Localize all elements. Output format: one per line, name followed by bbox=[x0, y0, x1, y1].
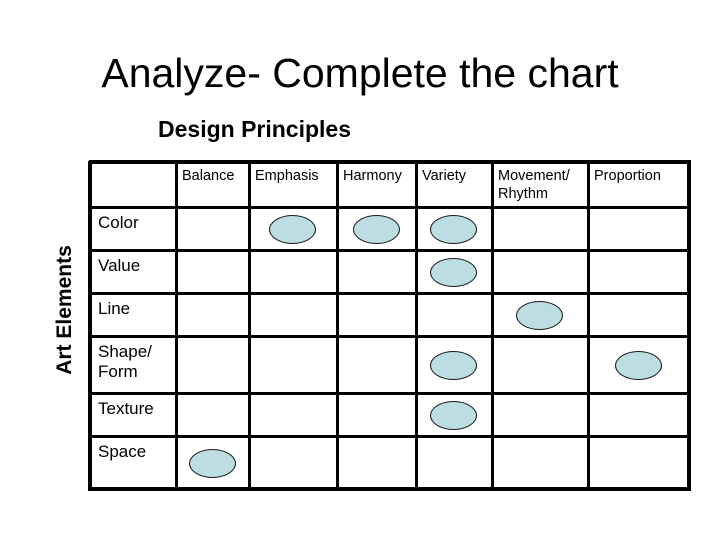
principles-elements-table: Balance Emphasis Harmony Variety Movement/ R… bbox=[88, 160, 691, 491]
marker-oval bbox=[430, 400, 477, 430]
page-title: Analyze- Complete the chart bbox=[101, 50, 619, 96]
grid-row-line bbox=[89, 292, 691, 295]
column-header: Balance bbox=[182, 168, 235, 184]
row-label: Value bbox=[98, 256, 141, 275]
grid-col-line bbox=[336, 161, 339, 491]
row-label: Shape/ Form bbox=[98, 342, 152, 381]
row-label: Line bbox=[98, 299, 131, 318]
grid-row-line bbox=[89, 435, 691, 438]
column-header: Proportion bbox=[594, 168, 661, 184]
grid-row-line bbox=[89, 249, 691, 252]
grid-row-line bbox=[89, 392, 691, 395]
marker-oval bbox=[269, 214, 316, 244]
design-principles-heading: Design Principles bbox=[158, 116, 352, 142]
grid-row-line bbox=[89, 206, 691, 209]
grid-col-line bbox=[491, 161, 494, 491]
grid-row-line bbox=[89, 335, 691, 338]
marker-oval bbox=[516, 300, 563, 330]
row-label: Space bbox=[98, 442, 147, 461]
row-label: Color bbox=[98, 213, 139, 232]
column-header: Harmony bbox=[343, 168, 402, 184]
grid-col-line bbox=[175, 161, 178, 491]
grid-col-line bbox=[88, 161, 92, 491]
marker-oval bbox=[430, 214, 477, 244]
column-header: Emphasis bbox=[255, 168, 319, 184]
grid-col-line bbox=[687, 161, 691, 491]
row-label: Texture bbox=[98, 399, 154, 418]
grid-col-line bbox=[587, 161, 590, 491]
column-header: Movement/ Rhythm bbox=[498, 168, 570, 202]
grid-row-line bbox=[89, 487, 691, 491]
marker-oval bbox=[430, 350, 477, 380]
marker-oval bbox=[614, 350, 662, 380]
column-header: Variety bbox=[422, 168, 467, 184]
marker-oval bbox=[352, 214, 400, 244]
grid-col-line bbox=[248, 161, 251, 491]
art-elements-label: Art Elements bbox=[53, 245, 76, 375]
grid-row-line bbox=[89, 160, 691, 164]
marker-oval bbox=[188, 448, 236, 478]
grid-col-line bbox=[415, 161, 418, 491]
marker-oval bbox=[430, 257, 477, 287]
